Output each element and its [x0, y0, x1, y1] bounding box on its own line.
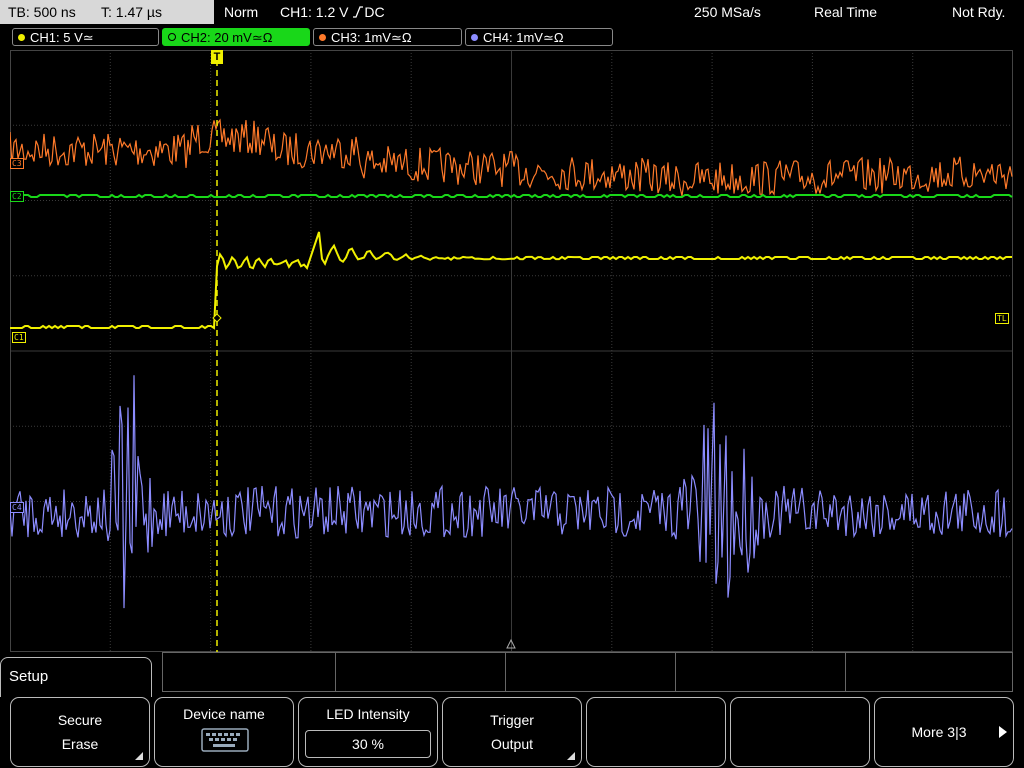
device-name-button[interactable]: Device name — [154, 697, 294, 767]
empty-softkey-5[interactable] — [586, 697, 726, 767]
trigger-source-label[interactable]: CH1: 1.2 V DC — [280, 0, 385, 24]
ch4-label: CH4: 1mV — [483, 30, 543, 45]
ch1-offset-marker[interactable]: C1 — [12, 332, 26, 343]
trigger-output-line1: Trigger — [490, 712, 534, 728]
secure-erase-button[interactable]: Secure Erase — [10, 697, 150, 767]
empty-softkey-6[interactable] — [730, 697, 870, 767]
channel-tab-ch3[interactable]: CH3: 1mV≃Ω — [313, 28, 462, 46]
trigger-level-marker[interactable]: TL — [995, 313, 1009, 324]
ch3-coupling-icon: ≃Ω — [390, 30, 412, 45]
menu-title-tab: Setup — [0, 657, 152, 697]
more-label: More 3|3 — [911, 724, 967, 740]
trigger-position-marker[interactable]: T — [211, 50, 223, 64]
ch3-color-dot — [319, 34, 326, 41]
ch4-coupling-icon: ≃Ω — [542, 30, 564, 45]
led-intensity-label: LED Intensity — [326, 706, 410, 722]
arrow-right-icon — [999, 726, 1007, 738]
more-button[interactable]: More 3|3 — [874, 697, 1014, 767]
submenu-indicator-icon — [567, 752, 575, 760]
submenu-indicator-icon — [135, 752, 143, 760]
waveform-canvas — [10, 50, 1013, 652]
trigger-mode-label[interactable]: Norm — [224, 0, 258, 24]
sample-rate-label: 250 MSa/s — [694, 4, 761, 20]
ch1-label: CH1: 5 V — [30, 30, 83, 45]
status-bar: TB: 500 ns T: 1.47 µs Norm CH1: 1.2 V DC… — [0, 0, 1024, 24]
scale-strip — [162, 652, 1013, 692]
ch2-color-dot — [168, 33, 176, 41]
secure-erase-line2: Erase — [61, 736, 99, 752]
ch3-offset-marker[interactable]: C3 — [10, 158, 24, 169]
acquisition-status-label: Not Rdy. — [952, 4, 1006, 20]
channel-tab-ch1[interactable]: CH1: 5 V≃ — [12, 28, 159, 46]
waveform-display[interactable]: C3 C2 C1 C4 TL T — [10, 50, 1013, 652]
trigger-output-button[interactable]: Trigger Output — [442, 697, 582, 767]
trigger-level-text: CH1: 1.2 V — [280, 4, 349, 20]
strip-divider — [675, 653, 676, 691]
channel-tab-ch2[interactable]: CH2: 20 mV≃Ω — [162, 28, 310, 46]
timebase-box[interactable]: TB: 500 ns T: 1.47 µs — [0, 0, 214, 24]
acquisition-mode-label: Real Time — [814, 4, 878, 20]
led-intensity-button[interactable]: LED Intensity 30 % — [298, 697, 438, 767]
led-intensity-value[interactable]: 30 % — [305, 730, 431, 758]
strip-divider — [335, 653, 336, 691]
ch1-coupling-icon: ≃ — [82, 30, 94, 45]
ch3-label: CH3: 1mV — [331, 30, 391, 45]
rising-edge-icon — [353, 6, 364, 18]
ch2-coupling-icon: ≃Ω — [251, 30, 273, 45]
graticule-grid — [10, 50, 1013, 652]
ch2-offset-marker[interactable]: C2 — [10, 191, 24, 202]
ch1-color-dot — [18, 34, 25, 41]
keyboard-icon — [201, 728, 249, 752]
ch4-color-dot — [471, 34, 478, 41]
strip-divider — [845, 653, 846, 691]
trigger-coupling-text: DC — [364, 4, 385, 20]
timebase-label: TB: 500 ns — [8, 4, 76, 20]
secure-erase-line1: Secure — [57, 712, 103, 728]
ch4-offset-marker[interactable]: C4 — [10, 502, 24, 513]
trigger-time-label: T: 1.47 µs — [101, 4, 162, 20]
device-name-label: Device name — [183, 706, 265, 722]
trigger-output-line2: Output — [490, 736, 534, 752]
channel-tab-ch4[interactable]: CH4: 1mV≃Ω — [465, 28, 613, 46]
ch2-label: CH2: 20 mV — [181, 30, 252, 45]
strip-divider — [505, 653, 506, 691]
